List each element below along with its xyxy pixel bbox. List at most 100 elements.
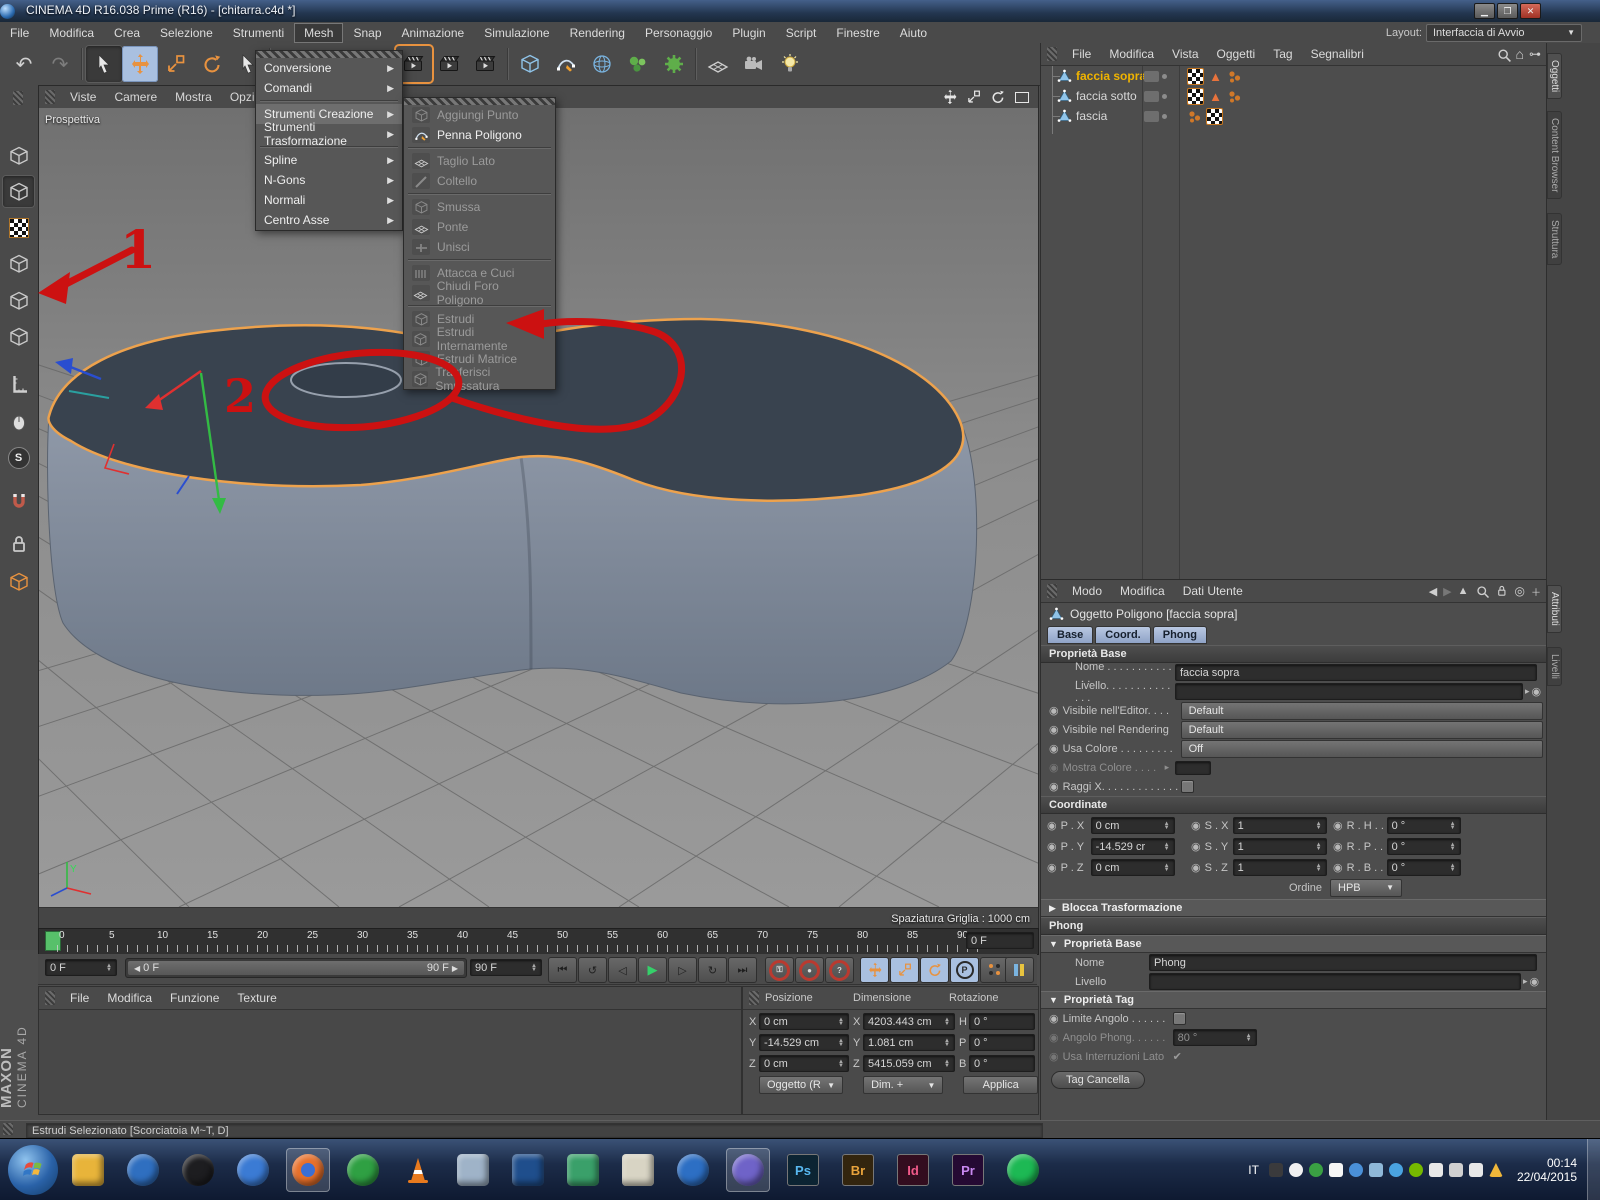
viewport-menu-mostra[interactable]: Mostra	[166, 88, 221, 106]
flag-tray-icon[interactable]	[1329, 1163, 1343, 1177]
current-frame-field[interactable]: 0 F	[966, 932, 1034, 949]
limite-angolo-checkbox[interactable]	[1173, 1012, 1186, 1025]
live-selection-button[interactable]	[86, 46, 122, 82]
object-row-fascia[interactable]: fascia	[1041, 106, 1547, 126]
polygons-mode-button[interactable]	[3, 285, 34, 316]
goto-next-key-button[interactable]: ↻	[698, 957, 727, 983]
parent-object-icon[interactable]: ▲	[1458, 585, 1469, 597]
menu-rendering[interactable]: Rendering	[560, 23, 635, 43]
om-menu-segnalibri[interactable]: Segnalibri	[1302, 45, 1373, 63]
timeline-ruler[interactable]: 0 5 10 15 20 25 30 35 40 45 50 55 60 65 …	[38, 928, 1039, 955]
windows-update-tray-icon[interactable]	[1349, 1163, 1363, 1177]
rot-p-field[interactable]: 0 °	[969, 1034, 1035, 1051]
history-forward-icon[interactable]: ▶	[1443, 585, 1451, 598]
nome-field[interactable]: faccia sopra	[1175, 664, 1537, 681]
selection-tag-icon[interactable]	[1227, 89, 1242, 104]
panel-grip[interactable]	[1047, 584, 1057, 598]
pos-x-field[interactable]: 0 cm▲▼	[759, 1013, 849, 1030]
record-keyframe-button[interactable]: ⚿	[765, 957, 794, 983]
start-frame-field[interactable]: 0 F▲▼	[45, 959, 117, 976]
pos-y-field[interactable]: -14.529 cm▲▼	[759, 1034, 849, 1051]
viewport-rotate-button[interactable]	[986, 88, 1010, 106]
panel-grip[interactable]	[45, 991, 55, 1005]
tab-coord[interactable]: Coord.	[1095, 626, 1150, 644]
material-area[interactable]	[39, 1010, 741, 1113]
visibility-toggles[interactable]	[1144, 71, 1167, 82]
texture-tag-icon[interactable]	[1206, 108, 1223, 125]
taskbar-indesign[interactable]: Id	[891, 1148, 935, 1192]
menu-item-trasferisci-smussatura[interactable]: Trasferisci Smussatura	[404, 369, 555, 389]
autokey-button[interactable]: ●	[795, 957, 824, 983]
menu-item-estrudi-internamente[interactable]: Estrudi Internamente	[404, 329, 555, 349]
model-mode-button[interactable]	[3, 176, 34, 207]
menu-simulazione[interactable]: Simulazione	[474, 23, 559, 43]
taskbar-folder-green[interactable]	[561, 1148, 605, 1192]
section-phong[interactable]: Phong	[1041, 917, 1547, 935]
lock-workplane-button[interactable]	[3, 528, 34, 559]
bp-menu-modifica[interactable]: Modifica	[98, 989, 161, 1007]
maximize-button[interactable]: ❐	[1497, 3, 1518, 19]
subdivision-surface-button[interactable]	[584, 46, 620, 82]
object-name[interactable]: faccia sotto	[1076, 89, 1137, 103]
pz-field[interactable]: 0 cm▲▼	[1091, 859, 1175, 876]
layout-dropdown[interactable]: Interfaccia di Avvio ▼	[1426, 24, 1582, 42]
sy-field[interactable]: 1▲▼	[1233, 838, 1327, 855]
dim-y-field[interactable]: 1.081 cm▲▼	[863, 1034, 955, 1051]
tag-cancella-button[interactable]: Tag Cancella	[1051, 1071, 1145, 1089]
taskbar-vlc[interactable]	[396, 1148, 440, 1192]
generators-button[interactable]	[620, 46, 656, 82]
usb-tray-icon[interactable]	[1369, 1163, 1383, 1177]
menu-modifica[interactable]: Modifica	[39, 23, 104, 43]
volume-tray-icon[interactable]	[1469, 1163, 1483, 1177]
menu-strumenti[interactable]: Strumenti	[223, 23, 294, 43]
next-frame-button[interactable]: ▷	[668, 957, 697, 983]
phong-nome-field[interactable]: Phong	[1149, 954, 1537, 971]
panel-grip[interactable]	[13, 91, 23, 105]
am-menu-modifica[interactable]: Modifica	[1111, 582, 1174, 600]
phong-prop-tag-section[interactable]: ▼Proprietà Tag	[1041, 991, 1547, 1009]
rot-h-field[interactable]: 0 °	[969, 1013, 1035, 1030]
menu-mesh[interactable]: Mesh	[294, 23, 343, 43]
primitive-cube-button[interactable]	[512, 46, 548, 82]
phong-tag-icon[interactable]: ▲	[1208, 89, 1223, 104]
tab-base[interactable]: Base	[1047, 626, 1093, 644]
taskbar-blue-ball[interactable]	[231, 1148, 275, 1192]
record-dot-icon[interactable]: ◉	[1049, 723, 1059, 736]
menu-item-taglio-lato[interactable]: Taglio Lato	[404, 151, 555, 171]
visibility-toggles[interactable]	[1144, 111, 1167, 122]
shield-tray-icon[interactable]	[1309, 1163, 1323, 1177]
menu-script[interactable]: Script	[776, 23, 827, 43]
am-menu-dati-utente[interactable]: Dati Utente	[1174, 582, 1252, 600]
visibile-editor-dropdown[interactable]: Default	[1181, 702, 1543, 720]
record-dot-icon[interactable]: ◉	[1049, 780, 1059, 793]
clock[interactable]: 00:14 22/04/2015	[1517, 1156, 1577, 1184]
taskbar-libreoffice[interactable]	[616, 1148, 660, 1192]
menu-item-unisci[interactable]: Unisci	[404, 237, 555, 257]
object-row-faccia-sotto[interactable]: faccia sotto ▲	[1041, 86, 1547, 106]
close-button[interactable]: ✕	[1520, 3, 1541, 19]
make-editable-button[interactable]	[3, 140, 34, 171]
texture-tag-icon[interactable]	[1187, 88, 1204, 105]
slider-right-arrow-icon[interactable]: ▶	[452, 964, 458, 973]
phong-livello-field[interactable]	[1149, 973, 1521, 990]
taskbar-spotify[interactable]	[1001, 1148, 1045, 1192]
play-button[interactable]: ▶	[638, 957, 667, 983]
phong-prop-base-section[interactable]: ▼Proprietà Base	[1041, 935, 1547, 953]
menu-item-spline[interactable]: Spline▶	[256, 150, 402, 170]
gdrive-tray-icon[interactable]	[1489, 1163, 1503, 1177]
show-desktop-button[interactable]	[1587, 1139, 1600, 1200]
menu-plugin[interactable]: Plugin	[722, 23, 775, 43]
object-name[interactable]: faccia sopra	[1076, 69, 1146, 83]
viewport-menu-camere[interactable]: Camere	[105, 88, 166, 106]
taskbar-explorer[interactable]	[66, 1148, 110, 1192]
snap-magnet-button[interactable]	[3, 486, 34, 517]
history-back-icon[interactable]: ◀	[1429, 585, 1437, 598]
panel-grip[interactable]	[45, 90, 55, 104]
render-picture-viewer-button[interactable]	[432, 46, 468, 82]
lock-icon[interactable]	[1495, 584, 1509, 598]
rb-field[interactable]: 0 °▲▼	[1387, 859, 1461, 876]
bp-menu-funzione[interactable]: Funzione	[161, 989, 228, 1007]
taskbar-info[interactable]	[341, 1148, 385, 1192]
menu-crea[interactable]: Crea	[104, 23, 150, 43]
keyframe-selection-button[interactable]: ?	[825, 957, 854, 983]
